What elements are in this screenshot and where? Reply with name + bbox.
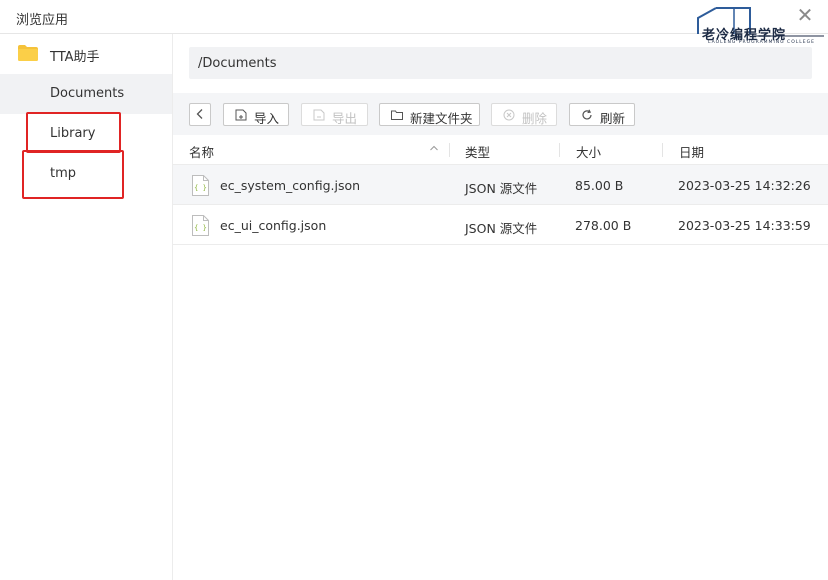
json-file-icon: { } xyxy=(192,215,209,236)
import-button[interactable]: 导入 xyxy=(223,103,289,126)
column-divider[interactable] xyxy=(559,143,560,157)
toolbar: 导入 导出 新建文件夹 删除 刷新 xyxy=(173,93,828,135)
new-folder-button[interactable]: 新建文件夹 xyxy=(379,103,480,126)
column-header-date[interactable]: 日期 xyxy=(679,142,704,161)
sort-chevron-icon[interactable] xyxy=(429,144,439,152)
json-file-icon: { } xyxy=(192,175,209,196)
file-date: 2023-03-25 14:32:26 xyxy=(678,178,811,193)
window-title: 浏览应用 xyxy=(16,13,69,28)
delete-circle-icon xyxy=(503,109,515,121)
column-header-type[interactable]: 类型 xyxy=(465,142,490,161)
sidebar-root-label: TTA助手 xyxy=(50,50,100,65)
file-size: 85.00 B xyxy=(575,178,624,193)
refresh-icon xyxy=(582,109,592,120)
export-label: 导出 xyxy=(332,111,358,126)
back-button[interactable] xyxy=(189,103,211,126)
file-date: 2023-03-25 14:33:59 xyxy=(678,218,811,233)
import-label: 导入 xyxy=(254,111,280,126)
chevron-left-icon xyxy=(196,109,203,119)
new-folder-label: 新建文件夹 xyxy=(410,111,473,126)
path-text: /Documents xyxy=(198,56,277,71)
refresh-label: 刷新 xyxy=(600,111,626,126)
column-header-name[interactable]: 名称 xyxy=(189,142,214,161)
delete-label: 删除 xyxy=(522,111,548,126)
sidebar-item-label: Documents xyxy=(50,86,125,101)
table-header: 名称 类型 大小 日期 xyxy=(173,135,828,165)
svg-text:{ }: { } xyxy=(194,184,207,192)
export-button[interactable]: 导出 xyxy=(301,103,368,126)
svg-text:{ }: { } xyxy=(194,224,207,232)
file-name: ec_system_config.json xyxy=(220,178,361,193)
watermark-subtext: LAOLENG PROGRAMMING COLLEGE xyxy=(708,40,815,45)
annotation-box-library xyxy=(26,112,121,153)
folder-outline-icon xyxy=(391,110,403,120)
column-header-size[interactable]: 大小 xyxy=(576,142,601,161)
file-name: ec_ui_config.json xyxy=(220,218,327,233)
sidebar-root-folder[interactable]: TTA助手 xyxy=(0,34,172,74)
table-row[interactable]: { } ec_ui_config.json JSON 源文件 278.00 B … xyxy=(173,205,828,245)
delete-button[interactable]: 删除 xyxy=(491,103,557,126)
table-row[interactable]: { } ec_system_config.json JSON 源文件 85.00… xyxy=(173,165,828,205)
refresh-button[interactable]: 刷新 xyxy=(569,103,635,126)
path-bar[interactable]: /Documents xyxy=(189,47,812,79)
folder-icon xyxy=(18,45,38,61)
close-icon[interactable]: ✕ xyxy=(794,5,816,27)
title-bar: 浏览应用 老冷编程学院 LAOLENG PROGRAMMING COLLEGE … xyxy=(0,0,828,45)
export-icon xyxy=(313,109,325,121)
file-size: 278.00 B xyxy=(575,218,632,233)
annotation-box-tmp xyxy=(22,150,124,199)
column-divider[interactable] xyxy=(662,143,663,157)
import-icon xyxy=(235,109,247,121)
file-type: JSON 源文件 xyxy=(465,221,538,236)
file-type: JSON 源文件 xyxy=(465,181,538,196)
column-divider[interactable] xyxy=(449,143,450,157)
sidebar-item-documents[interactable]: Documents xyxy=(0,74,172,114)
